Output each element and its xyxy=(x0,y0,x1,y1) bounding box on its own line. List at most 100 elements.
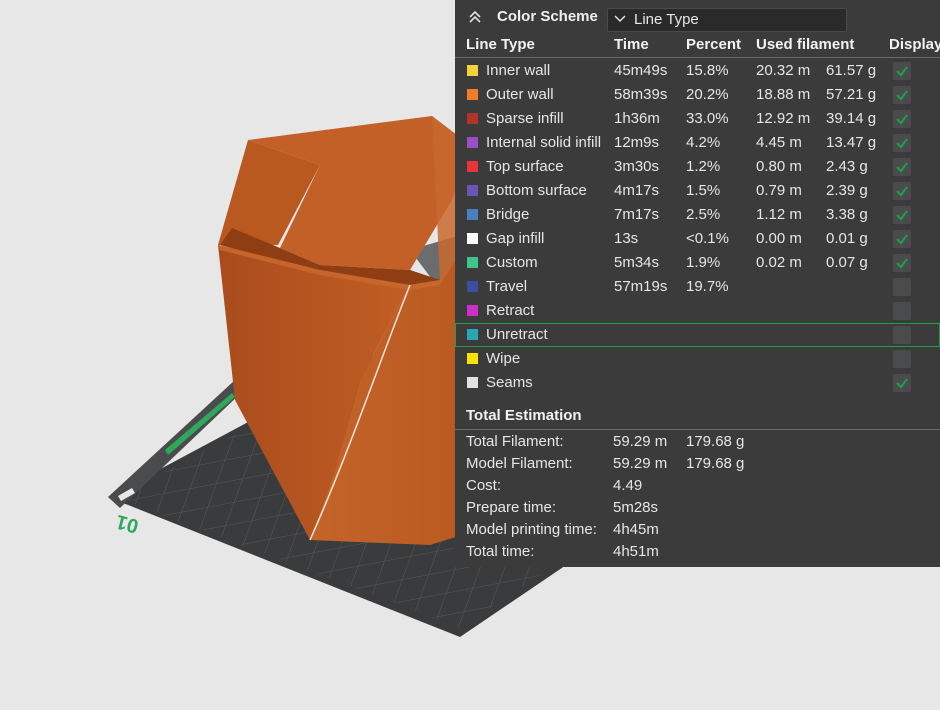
total-row: Cost: 4.49 xyxy=(455,477,940,499)
line-type-length: 20.32 m xyxy=(756,62,811,79)
total-label: Total Filament: xyxy=(466,433,564,450)
total-label: Cost: xyxy=(466,477,502,494)
line-type-time: 1h36m xyxy=(614,110,660,127)
total-value-secondary: 179.68 g xyxy=(686,455,745,472)
line-type-time: 45m49s xyxy=(614,62,668,79)
display-checkbox[interactable] xyxy=(893,158,911,176)
color-scheme-value: Line Type xyxy=(634,11,699,28)
color-swatch xyxy=(467,281,478,292)
line-type-percent: 19.7% xyxy=(686,278,729,295)
line-type-length: 0.00 m xyxy=(756,230,802,247)
display-checkbox[interactable] xyxy=(893,206,911,224)
line-type-row[interactable]: Custom 5m34s 1.9% 0.02 m 0.07 g xyxy=(455,251,940,275)
line-type-row[interactable]: Retract xyxy=(455,299,940,323)
check-icon xyxy=(896,138,908,149)
line-type-row[interactable]: Unretract xyxy=(455,323,940,347)
line-type-name: Internal solid infill xyxy=(486,134,602,151)
line-type-row[interactable]: Top surface 3m30s 1.2% 0.80 m 2.43 g xyxy=(455,155,940,179)
line-type-weight: 39.14 g xyxy=(826,110,877,127)
line-type-weight: 57.21 g xyxy=(826,86,877,103)
header-time: Time xyxy=(614,36,649,53)
line-type-row[interactable]: Seams xyxy=(455,371,940,395)
color-swatch xyxy=(467,209,478,220)
display-checkbox[interactable] xyxy=(893,86,911,104)
display-checkbox[interactable] xyxy=(893,302,911,320)
color-scheme-header: Color Scheme Line Type xyxy=(455,0,940,34)
color-swatch xyxy=(467,137,478,148)
line-type-row[interactable]: Outer wall 58m39s 20.2% 18.88 m 57.21 g xyxy=(455,83,940,107)
line-type-row[interactable]: Sparse infill 1h36m 33.0% 12.92 m 39.14 g xyxy=(455,107,940,131)
display-checkbox[interactable] xyxy=(893,350,911,368)
total-value: 4.49 xyxy=(613,477,643,494)
total-label: Model Filament: xyxy=(466,455,573,472)
color-swatch xyxy=(467,65,478,76)
color-scheme-title: Color Scheme xyxy=(497,8,598,25)
plate-label: 01 xyxy=(114,510,141,537)
line-type-length: 12.92 m xyxy=(756,110,811,127)
line-type-weight: 61.57 g xyxy=(826,62,877,79)
line-type-percent: 1.2% xyxy=(686,158,721,175)
line-type-percent: 33.0% xyxy=(686,110,729,127)
line-type-weight: 0.07 g xyxy=(826,254,868,271)
double-chevron-up-icon[interactable] xyxy=(467,9,483,25)
total-value: 5m28s xyxy=(613,499,659,516)
line-type-time: 3m30s xyxy=(614,158,660,175)
total-value: 59.29 m xyxy=(613,455,668,472)
check-icon xyxy=(896,186,908,197)
line-type-name: Bottom surface xyxy=(486,182,587,199)
display-checkbox[interactable] xyxy=(893,278,911,296)
display-checkbox[interactable] xyxy=(893,134,911,152)
line-type-name: Unretract xyxy=(486,326,548,343)
display-checkbox[interactable] xyxy=(893,326,911,344)
line-type-weight: 0.01 g xyxy=(826,230,868,247)
line-type-percent: <0.1% xyxy=(686,230,729,247)
line-type-time: 57m19s xyxy=(614,278,668,295)
total-value: 59.29 m xyxy=(613,433,668,450)
display-checkbox[interactable] xyxy=(893,182,911,200)
check-icon xyxy=(896,66,908,77)
color-swatch xyxy=(467,353,478,364)
line-type-name: Custom xyxy=(486,254,538,271)
line-type-row[interactable]: Bottom surface 4m17s 1.5% 0.79 m 2.39 g xyxy=(455,179,940,203)
line-type-row[interactable]: Gap infill 13s <0.1% 0.00 m 0.01 g xyxy=(455,227,940,251)
color-swatch xyxy=(467,89,478,100)
total-row: Total time: 4h51m xyxy=(455,543,940,565)
line-type-percent: 15.8% xyxy=(686,62,729,79)
total-label: Prepare time: xyxy=(466,499,557,516)
line-type-length: 4.45 m xyxy=(756,134,802,151)
line-type-percent: 4.2% xyxy=(686,134,721,151)
display-checkbox[interactable] xyxy=(893,230,911,248)
header-percent: Percent xyxy=(686,36,742,53)
color-swatch xyxy=(467,377,478,388)
line-type-name: Sparse infill xyxy=(486,110,564,127)
chevron-down-icon xyxy=(613,11,627,25)
total-value: 4h51m xyxy=(613,543,659,560)
check-icon xyxy=(896,162,908,173)
legend-panel: Color Scheme Line Type Line Type Time Pe… xyxy=(455,0,940,567)
line-type-time: 7m17s xyxy=(614,206,660,223)
display-checkbox[interactable] xyxy=(893,110,911,128)
line-type-length: 1.12 m xyxy=(756,206,802,223)
line-type-row[interactable]: Travel 57m19s 19.7% xyxy=(455,275,940,299)
line-type-weight: 13.47 g xyxy=(826,134,877,151)
display-checkbox[interactable] xyxy=(893,62,911,80)
check-icon xyxy=(896,234,908,245)
line-type-time: 13s xyxy=(614,230,639,247)
header-display: Display xyxy=(889,36,940,53)
color-scheme-select[interactable]: Line Type xyxy=(607,8,847,32)
line-type-row[interactable]: Bridge 7m17s 2.5% 1.12 m 3.38 g xyxy=(455,203,940,227)
total-row: Total Filament: 59.29 m 179.68 g xyxy=(455,433,940,455)
total-label: Model printing time: xyxy=(466,521,597,538)
line-type-row[interactable]: Wipe xyxy=(455,347,940,371)
line-type-row[interactable]: Inner wall 45m49s 15.8% 20.32 m 61.57 g xyxy=(455,59,940,83)
total-row: Prepare time: 5m28s xyxy=(455,499,940,521)
total-row: Model Filament: 59.29 m 179.68 g xyxy=(455,455,940,477)
line-type-name: Travel xyxy=(486,278,528,295)
line-type-time: 12m9s xyxy=(614,134,660,151)
line-type-row[interactable]: Internal solid infill 12m9s 4.2% 4.45 m 13.4… xyxy=(455,131,940,155)
display-checkbox[interactable] xyxy=(893,254,911,272)
total-value: 4h45m xyxy=(613,521,659,538)
line-type-time: 4m17s xyxy=(614,182,660,199)
display-checkbox[interactable] xyxy=(893,374,911,392)
check-icon xyxy=(896,378,908,389)
